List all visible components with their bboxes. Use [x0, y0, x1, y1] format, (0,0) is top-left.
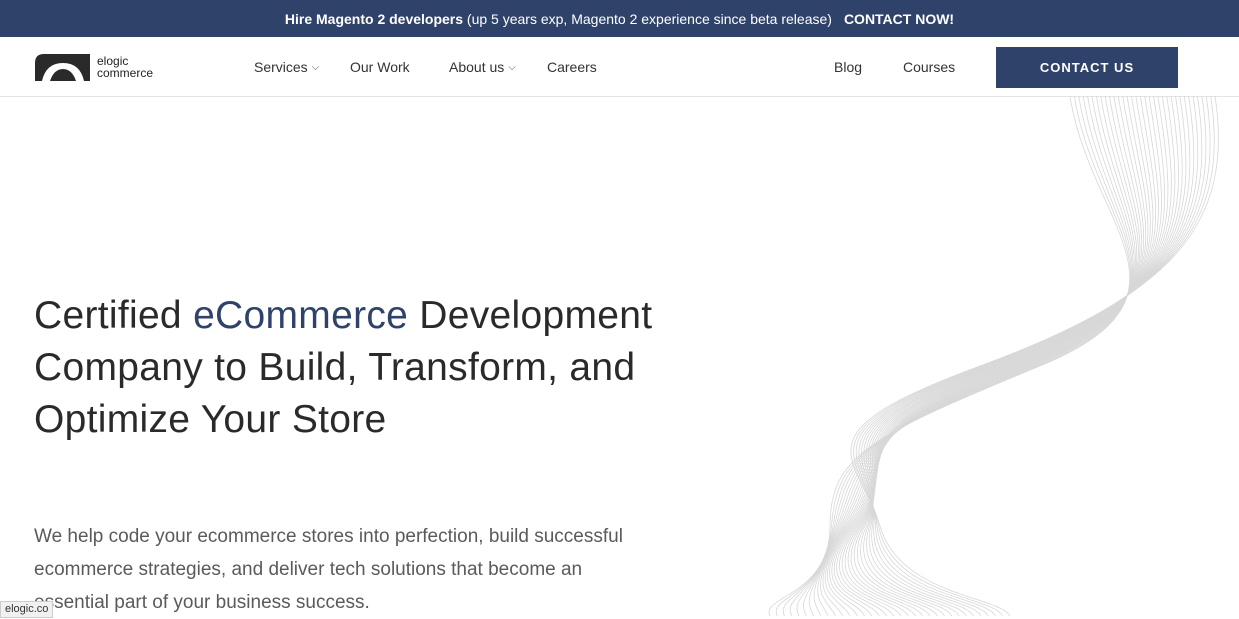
logo-text: elogic commerce [97, 55, 153, 79]
wave-line [829, 96, 1149, 616]
hero-title-accent: eCommerce [193, 294, 409, 337]
nav-courses[interactable]: Courses [903, 59, 955, 75]
contact-us-button[interactable]: CONTACT US [996, 47, 1178, 88]
nav-our-work-label: Our Work [350, 59, 410, 75]
nav-services-label: Services [254, 59, 308, 75]
wave-line [839, 96, 1159, 616]
chevron-down-icon: ⌵ [311, 61, 320, 73]
wave-line [808, 96, 1136, 616]
nav-about[interactable]: About us ⌵ [449, 59, 516, 75]
site-header: elogic commerce Services ⌵ Our Work Abou… [0, 37, 1239, 97]
nav-about-label: About us [449, 59, 505, 75]
hero-title: Certified eCommerce Development Company … [34, 290, 654, 446]
wave-line [844, 96, 1166, 616]
wave-line [803, 96, 1135, 616]
logo[interactable]: elogic commerce [34, 53, 153, 81]
announcement-text: Hire Magento 2 developers (up 5 years ex… [285, 11, 832, 27]
wave-line [789, 96, 1133, 616]
hero-title-pre: Certified [34, 294, 194, 337]
decorative-wave-lines [768, 96, 1219, 616]
announcement-bar: Hire Magento 2 developers (up 5 years ex… [0, 0, 1239, 37]
logo-line-2: commerce [97, 66, 154, 80]
announcement-strong: Hire Magento 2 developers [284, 10, 464, 27]
wave-line [796, 96, 1134, 616]
wave-line [826, 96, 1147, 616]
arc-logo-icon [35, 54, 90, 81]
nav-careers[interactable]: Careers [547, 59, 597, 75]
wave-line [817, 96, 1139, 616]
nav-courses-label: Courses [903, 59, 956, 75]
wave-line [820, 96, 1141, 616]
status-url-tooltip: elogic.co [0, 601, 54, 618]
nav-blog-label: Blog [834, 59, 863, 75]
chevron-down-icon: ⌵ [508, 61, 516, 73]
wave-line [768, 96, 1131, 616]
wave-line [841, 96, 1162, 616]
announcement-detail: (up 5 years exp, Magento 2 experience si… [463, 10, 832, 27]
nav-our-work[interactable]: Our Work [350, 59, 410, 75]
hero-subtitle: We help code your ecommerce stores into … [34, 526, 623, 613]
nav-careers-label: Careers [547, 59, 597, 75]
nav-services[interactable]: Services ⌵ [254, 59, 319, 75]
wave-line [824, 96, 1145, 616]
nav-blog[interactable]: Blog [834, 59, 862, 75]
contact-now-link[interactable]: CONTACT NOW! [844, 11, 954, 27]
